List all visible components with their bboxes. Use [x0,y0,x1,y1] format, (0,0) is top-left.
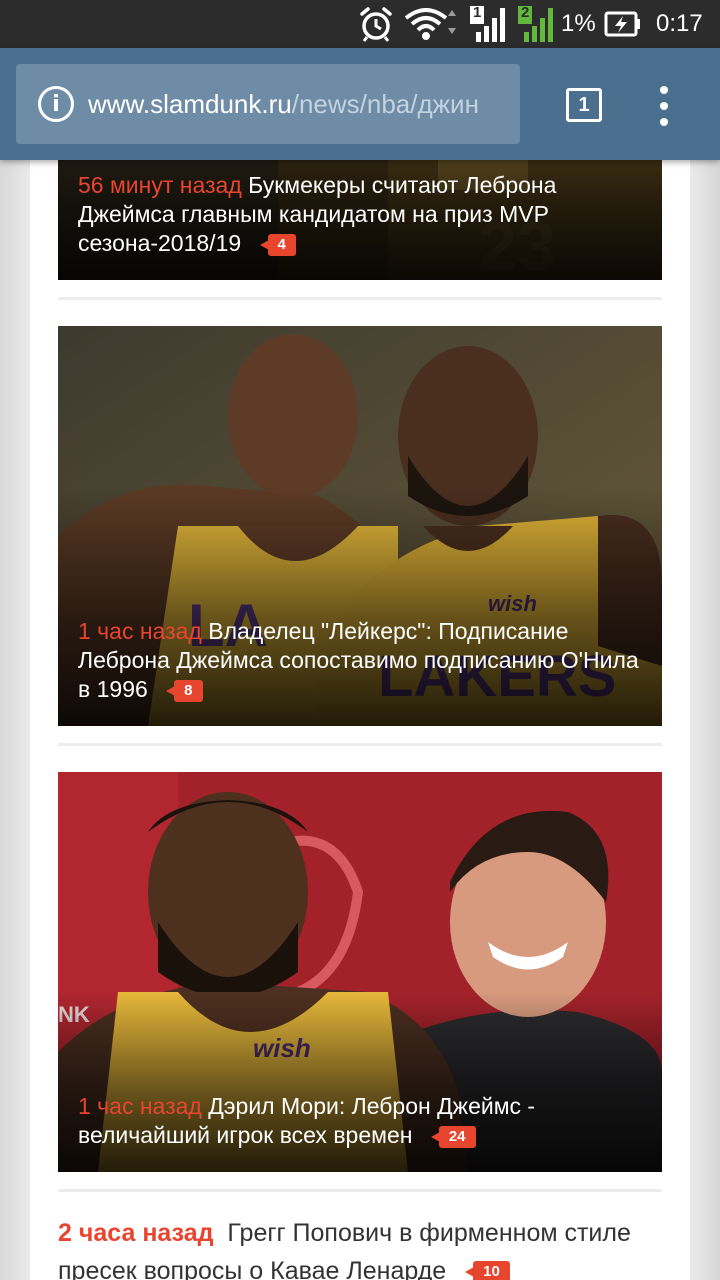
news-time: 2 часа назад [58,1219,214,1247]
divider [58,743,662,746]
news-card[interactable]: wish LAKERS LA 1 час назад Владелец "Лей… [58,326,662,726]
info-icon[interactable]: i [38,86,74,122]
news-time: 1 час назад [78,1093,202,1119]
page-side-right [690,160,720,1280]
news-caption: 1 час назад Дэрил Мори: Леброн Джеймс - … [78,1092,644,1150]
comment-count-badge[interactable]: 4 [259,233,296,256]
battery-charging-icon [604,0,642,48]
comment-count-badge[interactable]: 8 [166,679,203,702]
sim1-signal-icon: 1 [466,0,506,48]
browser-toolbar: i www.slamdunk.ru/news/nba/джин 1 [0,48,720,160]
news-feed: 23 56 минут назад Букмекеры считают Лебр… [30,160,690,1280]
sim2-signal-icon: 2 [514,0,554,48]
news-caption: 1 час назад Владелец "Лейкерс": Подписан… [78,617,644,704]
alarm-icon [356,0,396,48]
wifi-icon [404,0,460,48]
sim1-label: 1 [473,4,482,21]
battery-percent: 1% [561,10,596,37]
url-text[interactable]: www.slamdunk.ru/news/nba/джин [88,89,502,120]
clock: 0:17 [656,10,703,37]
news-list-item[interactable]: 2 часа назад Грегг Попович в фирменном с… [58,1214,662,1280]
news-time: 56 минут назад [78,172,242,198]
page-side-left [0,160,30,1280]
sim2-label: 2 [521,4,530,21]
divider [58,297,662,300]
url-path: /news/nba/джин [291,88,479,119]
news-caption: 56 минут назад Букмекеры считают Леброна… [78,171,644,258]
divider [58,1189,662,1192]
address-bar[interactable]: i www.slamdunk.ru/news/nba/джин [16,64,520,144]
status-bar: 1 2 1% 0:17 [0,0,720,48]
news-card[interactable]: wish NK 1 час назад Дэрил Мори: Леброн Д… [58,772,662,1172]
url-host: www.slamdunk.ru [88,88,292,119]
comment-count-badge[interactable]: 10 [465,1261,510,1280]
overflow-menu-icon[interactable] [652,86,676,126]
news-card[interactable]: 23 56 минут назад Букмекеры считают Лебр… [58,160,662,280]
comment-count-badge[interactable]: 24 [430,1125,476,1148]
news-time: 1 час назад [78,618,202,644]
tab-switcher-button[interactable]: 1 [566,88,602,122]
